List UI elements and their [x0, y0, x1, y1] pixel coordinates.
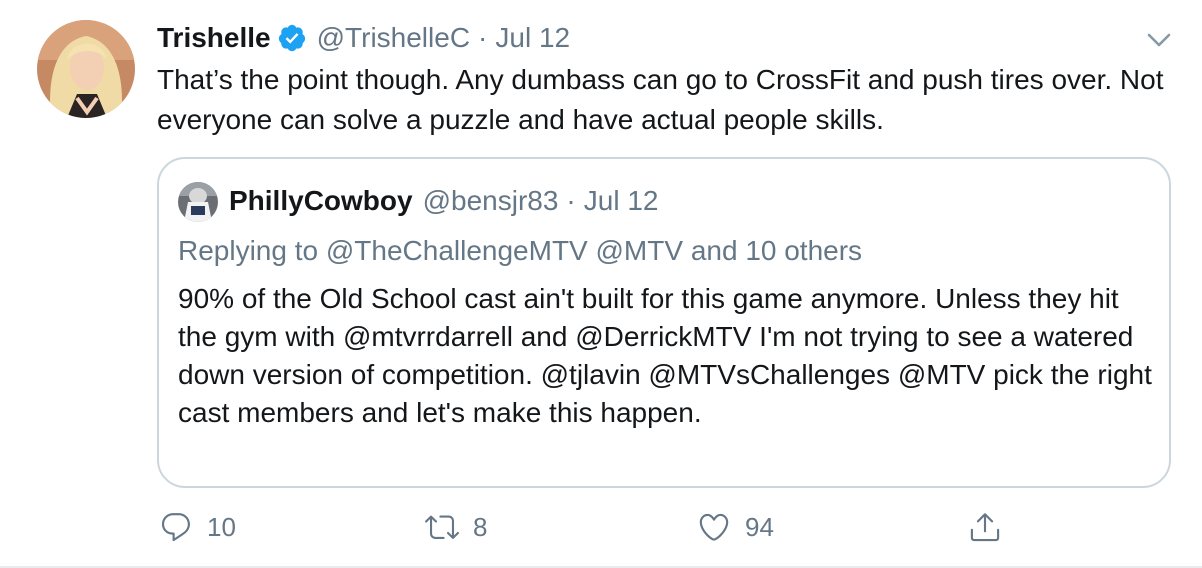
tweet-date[interactable]: Jul 12 [495, 22, 570, 54]
replying-to: Replying to @TheChallengeMTV @MTV and 10… [178, 235, 863, 266]
like-button[interactable]: 94 [697, 505, 774, 549]
quoted-separator: · [566, 185, 576, 216]
quoted-avatar[interactable] [178, 182, 218, 222]
display-name[interactable]: Trishelle [157, 22, 271, 54]
handle[interactable]: @TrishelleC [317, 22, 470, 54]
reply-icon [159, 510, 193, 544]
retweet-button[interactable]: 8 [425, 505, 487, 549]
chevron-down-icon[interactable] [1144, 28, 1174, 52]
tweet-header: Trishelle @TrishelleC · Jul 12 [157, 18, 570, 58]
quoted-handle[interactable]: @bensjr83 [423, 185, 559, 217]
quoted-date[interactable]: Jul 12 [584, 185, 659, 217]
action-bar: 10 8 94 [0, 505, 1202, 549]
share-icon [968, 510, 1002, 544]
share-button[interactable] [968, 505, 1002, 549]
tweet[interactable]: Trishelle @TrishelleC · Jul 12 That’s th… [0, 0, 1202, 568]
quoted-tweet[interactable]: PhillyCowboy @bensjr83 · Jul 12 Replying… [157, 157, 1171, 488]
reply-count: 10 [207, 511, 236, 542]
reply-button[interactable]: 10 [159, 505, 236, 549]
verified-badge-icon [277, 23, 307, 53]
heart-icon [697, 510, 731, 544]
retweet-count: 8 [473, 511, 488, 542]
quoted-header: PhillyCowboy @bensjr83 · Jul 12 [229, 181, 658, 221]
tweet-text: That’s the point though. Any dumbass can… [157, 64, 1164, 135]
avatar[interactable] [37, 20, 135, 118]
retweet-icon [425, 510, 459, 544]
separator: · [478, 22, 488, 53]
quoted-display-name[interactable]: PhillyCowboy [229, 185, 413, 217]
like-count: 94 [745, 511, 774, 542]
quoted-tweet-text: 90% of the Old School cast ain't built f… [178, 283, 1152, 428]
